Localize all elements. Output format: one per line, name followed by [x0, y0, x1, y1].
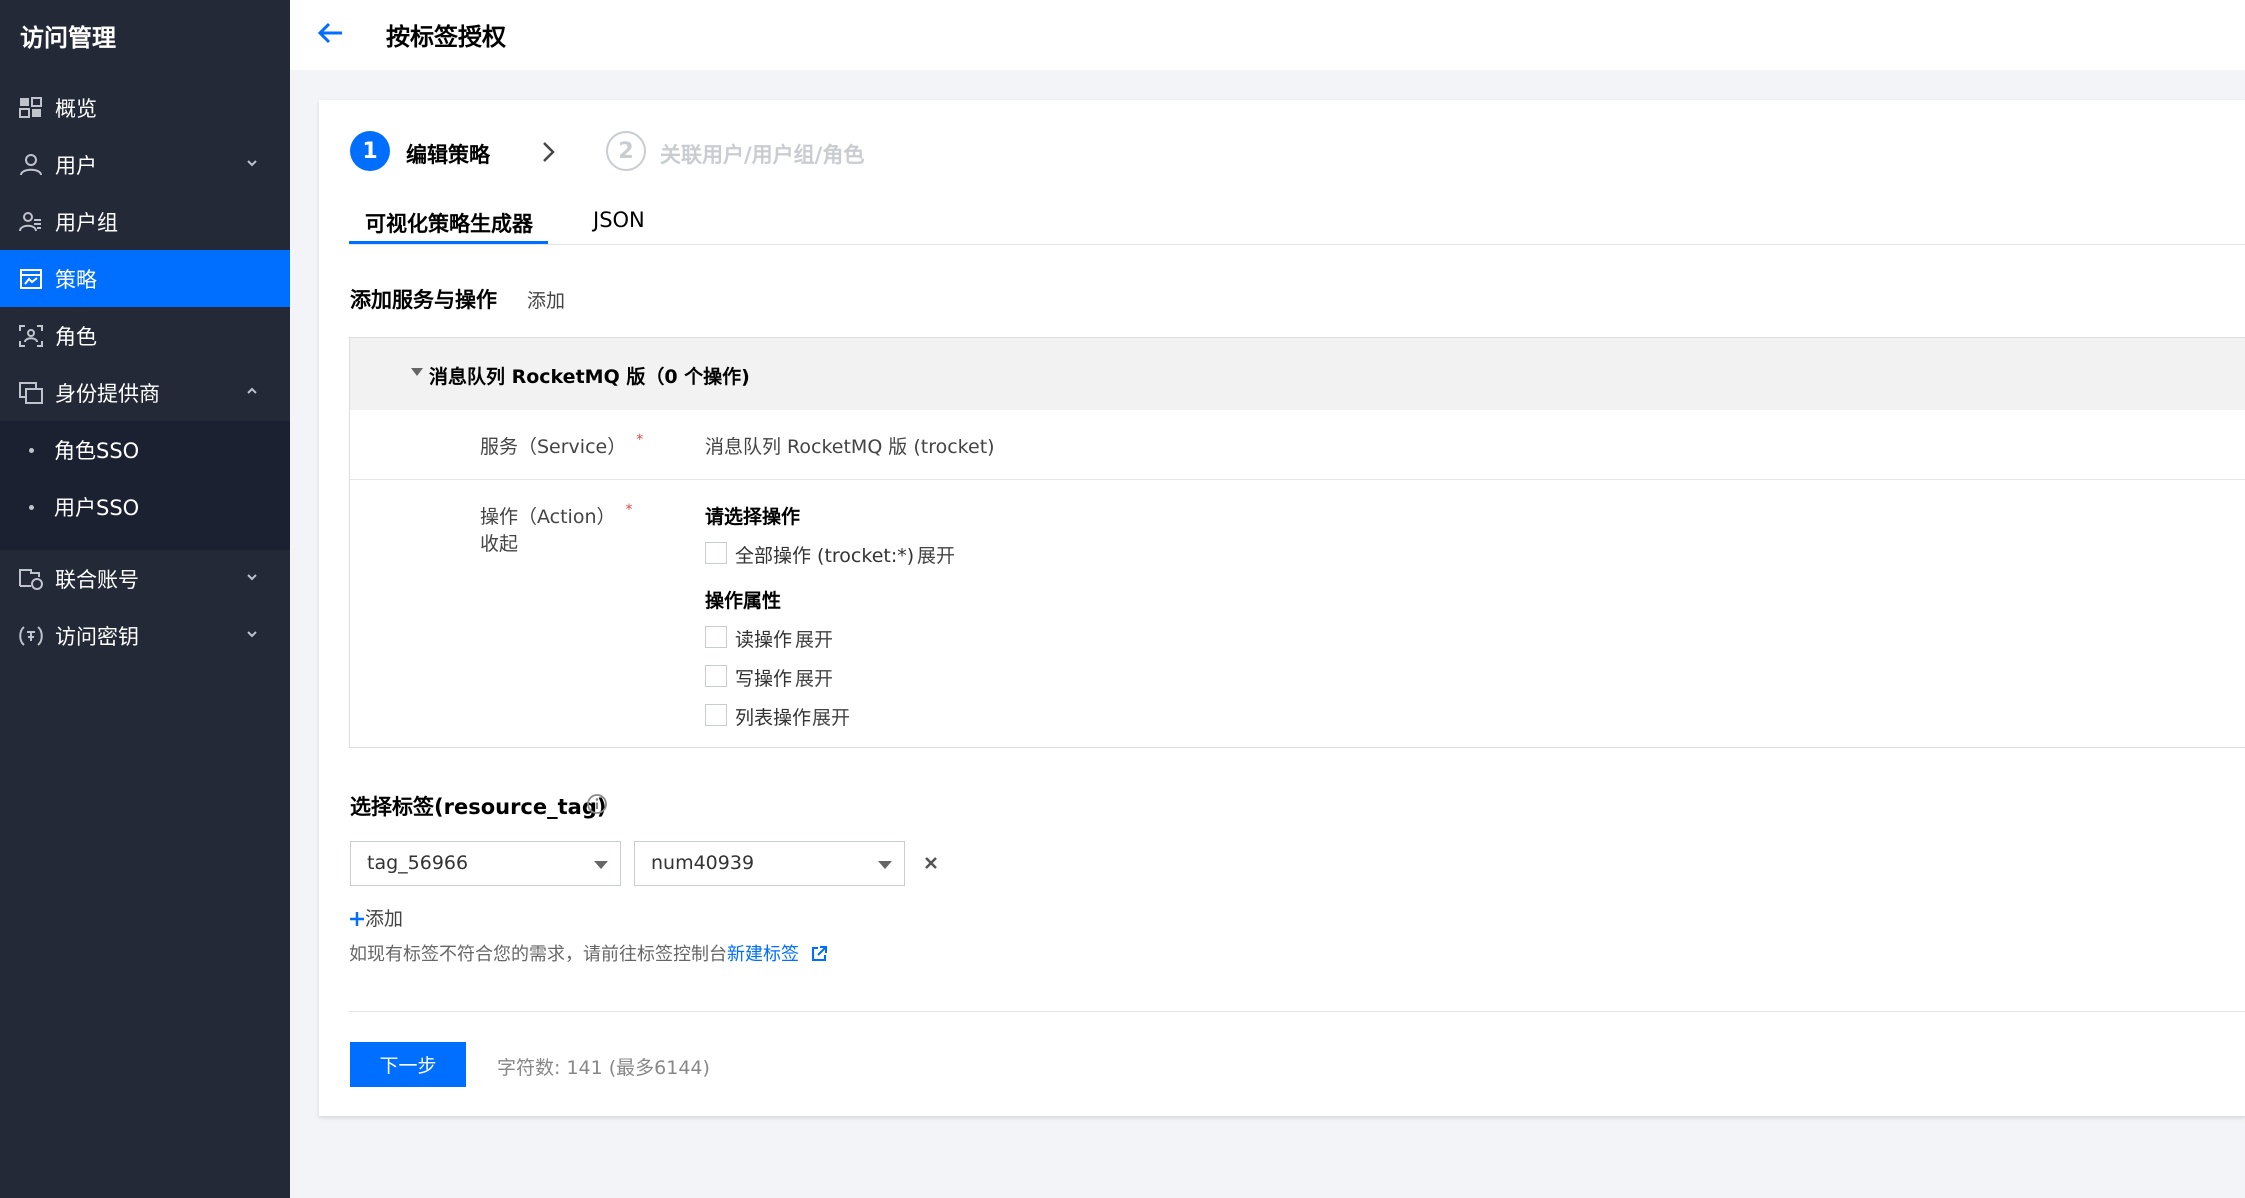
footer-divider: [349, 1011, 2245, 1012]
step-1-number: 1: [350, 131, 390, 171]
external-link-icon[interactable]: [811, 946, 827, 962]
sidebar-item-label: 策略: [55, 267, 97, 292]
user-icon: [20, 154, 42, 176]
service-label-text: 服务（Service）: [480, 436, 627, 458]
sidebar-item-roles[interactable]: 角色: [0, 307, 290, 364]
tab-divider: [349, 244, 2245, 245]
all-actions-checkbox[interactable]: [705, 542, 727, 564]
policy-icon: [20, 269, 42, 289]
service-panel: [349, 337, 2245, 748]
services-section-title: 添加服务与操作: [350, 288, 497, 312]
service-value-link[interactable]: 消息队列 RocketMQ 版 (trocket): [705, 432, 995, 459]
action-label: 操作（Action） *: [480, 502, 633, 529]
all-actions-label: 全部操作 (trocket:*): [735, 545, 915, 567]
access-key-icon: [19, 626, 43, 646]
sidebar-item-access-keys[interactable]: 访问密钥: [0, 607, 290, 664]
tag-section-title: 选择标签(resource_tag): [350, 795, 607, 819]
tag-value-value: num40939: [651, 852, 755, 874]
chevron-down-icon: [247, 631, 257, 638]
sidebar-title: 访问管理: [20, 24, 116, 52]
sidebar-item-label: 用户: [55, 153, 97, 178]
collapse-link[interactable]: 收起: [480, 529, 518, 556]
back-arrow-icon[interactable]: [316, 18, 346, 48]
sidebar-item-federated-accounts[interactable]: 联合账号: [0, 550, 290, 607]
identity-provider-icon: [19, 382, 43, 404]
user-group-icon: [19, 212, 41, 232]
sidebar-item-label: 用户组: [55, 210, 118, 235]
tag-value-select[interactable]: num40939: [634, 841, 905, 886]
required-mark: *: [625, 502, 633, 518]
close-icon[interactable]: [923, 855, 939, 871]
read-actions-checkbox[interactable]: [705, 626, 727, 648]
tag-key-select[interactable]: tag_56966: [350, 841, 621, 886]
step-2-number: 2: [606, 131, 646, 171]
sidebar-item-label: 角色: [55, 324, 97, 349]
list-actions-expand-link[interactable]: 展开: [812, 703, 850, 730]
sidebar-subitem-label: 角色SSO: [54, 439, 140, 463]
list-actions-checkbox[interactable]: [705, 704, 727, 726]
write-actions-label: 写操作: [735, 668, 793, 690]
divider: [350, 479, 2245, 480]
service-panel-title: 消息队列 RocketMQ 版（0 个操作): [429, 366, 750, 388]
add-tag-label: 添加: [365, 908, 404, 930]
tag-hint: 如现有标签不符合您的需求，请前往标签控制台新建标签: [349, 940, 827, 966]
sidebar-item-label: 访问密钥: [55, 624, 139, 649]
caret-down-icon: [594, 861, 608, 869]
sidebar-item-label: 联合账号: [55, 567, 139, 592]
read-actions-label: 读操作: [735, 629, 793, 651]
caret-down-icon: [878, 861, 892, 869]
tab-visual-editor[interactable]: 可视化策略生成器: [365, 208, 533, 238]
list-actions-label: 列表操作: [735, 707, 812, 729]
write-actions-checkbox[interactable]: [705, 665, 727, 687]
chevron-down-icon: [247, 160, 257, 167]
service-label: 服务（Service） *: [480, 432, 643, 459]
add-service-link[interactable]: 添加: [527, 286, 565, 313]
create-tag-link[interactable]: 新建标签: [727, 944, 799, 965]
caret-down-icon[interactable]: [410, 366, 424, 378]
read-actions-expand-link[interactable]: 展开: [795, 625, 833, 652]
action-label-text: 操作（Action）: [480, 506, 616, 528]
chevron-down-icon: [247, 574, 257, 581]
chevron-up-icon: [247, 387, 257, 394]
next-step-button[interactable]: 下一步: [350, 1042, 466, 1087]
sidebar-item-policies[interactable]: 策略: [0, 250, 290, 307]
chevron-right-icon: [543, 142, 555, 162]
sidebar: 访问管理 概览 用户 用户组 策略 角色 身份提供商 角色SSO 用户SSO 联…: [0, 0, 290, 1198]
page-header: [290, 0, 2245, 70]
sidebar-item-users[interactable]: 用户: [0, 136, 290, 193]
info-icon[interactable]: [586, 793, 608, 815]
federated-account-icon: [19, 569, 43, 590]
step-1-label: 编辑策略: [406, 143, 490, 167]
add-tag-link[interactable]: 添加: [349, 904, 403, 931]
dashboard-icon: [19, 97, 42, 118]
sidebar-item-label: 概览: [55, 96, 97, 121]
action-attributes-title: 操作属性: [705, 590, 782, 612]
all-actions-expand-link[interactable]: 展开: [917, 541, 955, 568]
sidebar-subitem-role-sso[interactable]: 角色SSO: [0, 421, 290, 478]
choose-action-title: 请选择操作: [705, 506, 801, 528]
role-icon: [19, 325, 43, 347]
bullet-icon: [29, 448, 34, 453]
bullet-icon: [29, 505, 34, 510]
tab-json[interactable]: JSON: [593, 208, 645, 232]
sidebar-item-identity-providers[interactable]: 身份提供商: [0, 364, 290, 421]
tag-key-value: tag_56966: [367, 852, 469, 874]
sidebar-item-user-groups[interactable]: 用户组: [0, 193, 290, 250]
sidebar-item-label: 身份提供商: [55, 381, 160, 406]
sidebar-item-overview[interactable]: 概览: [0, 79, 290, 136]
char-count: 字符数: 141 (最多6144): [497, 1057, 710, 1079]
sidebar-subitem-user-sso[interactable]: 用户SSO: [0, 478, 290, 535]
sidebar-subitem-label: 用户SSO: [54, 496, 140, 520]
page-title: 按标签授权: [386, 23, 506, 51]
tag-hint-text: 如现有标签不符合您的需求，请前往标签控制台: [349, 944, 727, 965]
plus-icon: [350, 912, 364, 926]
step-2-label: 关联用户/用户组/角色: [660, 143, 865, 167]
required-mark: *: [636, 432, 644, 448]
write-actions-expand-link[interactable]: 展开: [795, 664, 833, 691]
